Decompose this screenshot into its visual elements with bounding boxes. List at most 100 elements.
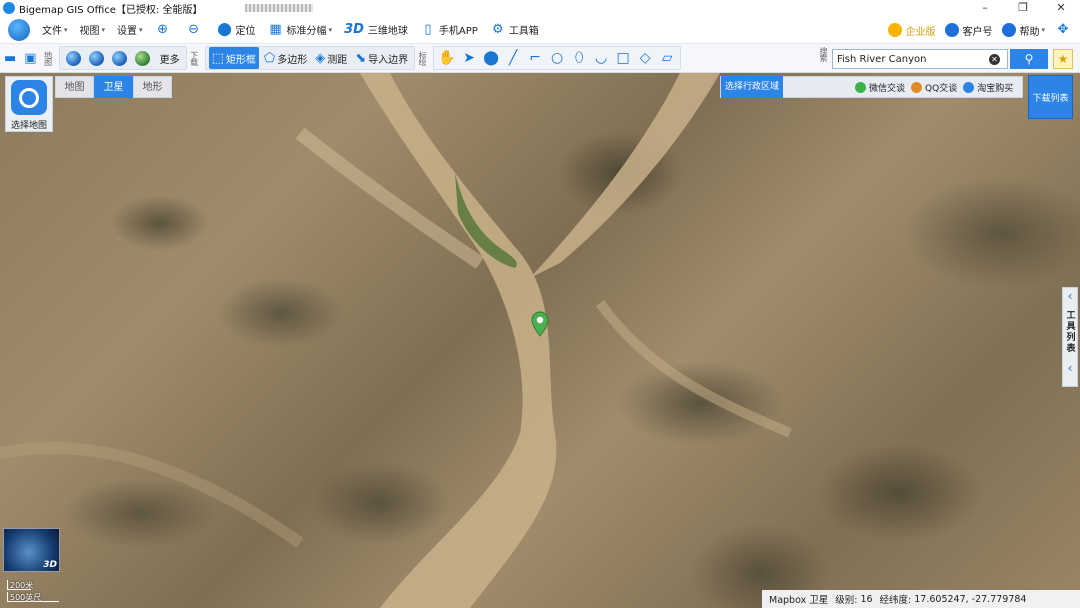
import-boundary-button[interactable]: ⬊ 导入边界 (352, 47, 411, 69)
pointer-icon[interactable]: ➤ (460, 47, 478, 69)
toolbox-button[interactable]: ⚙ 工具箱 (490, 22, 539, 38)
app-icon (3, 2, 15, 14)
circle-icon[interactable]: ○ (548, 47, 566, 69)
satellite-map[interactable]: 地图 卫星 地形 选择地图 选择行政区域 微信交谈 QQ交谈 淘宝购买 下载列表… (0, 73, 1080, 608)
select-map-button[interactable]: 选择地图 (5, 76, 53, 132)
region-select-button[interactable]: 选择行政区域 (721, 76, 784, 98)
three-d-globe-button[interactable]: 3D 三维地球 (344, 22, 408, 37)
search-group-label: 搜索 (819, 47, 828, 61)
three-d-globe-label: 三维地球 (367, 26, 408, 37)
gear-icon: ⚙ (491, 21, 504, 37)
chevron-left-icon[interactable]: ‹ (1068, 360, 1073, 376)
region-input[interactable] (783, 78, 855, 96)
globe-icon (88, 50, 104, 66)
polygon-select-button[interactable]: ⬠ 多边形 (261, 47, 310, 69)
three-d-icon: 3D (344, 22, 364, 37)
hand-pan-icon[interactable]: ✋ (438, 47, 456, 69)
taobao-label: 淘宝购买 (977, 83, 1014, 94)
chevron-down-icon: ▾ (139, 25, 143, 34)
mobile-app-button[interactable]: ▯ 手机APP (420, 22, 477, 38)
download-list-label: 下载列表 (1032, 93, 1069, 104)
square-icon[interactable]: □ (614, 47, 632, 69)
search-input[interactable] (837, 53, 989, 65)
maximize-button[interactable]: ❐ (1004, 0, 1042, 16)
more-maps-button[interactable]: 更多 (155, 47, 183, 69)
locate-button[interactable]: ⬤ 定位 (217, 22, 255, 38)
menu-file[interactable]: 文件 ▾ (42, 22, 68, 38)
coordinates-label: 经纬度: (879, 595, 912, 606)
star-icon: ★ (1057, 52, 1069, 66)
menu-settings[interactable]: 设置 ▾ (117, 22, 143, 38)
map-source-3[interactable] (109, 47, 130, 69)
map-source-group: 更多 (58, 46, 187, 70)
tag-icon[interactable]: ◇ (636, 47, 654, 69)
toolbar: ▬ ▣ 地图 更多 下载 ⬚ 矩形框 ⬠ 多边形 ◈ 测距 ⬊ 导入边界 标绘 ✋ ➤ … (0, 44, 1080, 73)
wechat-icon (855, 81, 867, 93)
scale-bar: 200米 500英尺 (7, 580, 67, 604)
3d-globe-thumbnail[interactable]: 3D (3, 528, 60, 572)
customer-id-label: 客户号 (962, 26, 993, 38)
area-icon[interactable]: ▱ (658, 47, 676, 69)
bigemap-logo-icon[interactable] (8, 18, 30, 41)
tab-satellite[interactable]: 卫星 (94, 76, 133, 98)
tool-list-label: 工具列表 (1064, 310, 1075, 354)
tab-terrain[interactable]: 地形 (133, 76, 172, 98)
window-title: Bigemap GIS Office【已授权: 全能版】 (19, 4, 203, 16)
polyline-icon[interactable]: ⌐ (526, 47, 544, 69)
customer-id-button[interactable]: 客户号 (945, 23, 992, 38)
download-group: ⬚ 矩形框 ⬠ 多边形 ◈ 测距 ⬊ 导入边界 (204, 46, 416, 70)
taobao-link[interactable]: 淘宝购买 (963, 81, 1013, 94)
marker-icon[interactable]: ⬤ (482, 47, 500, 69)
rectangle-icon: ⬚ (211, 50, 224, 66)
search-button[interactable]: ⚲ (1010, 49, 1048, 69)
menu-bar: 文件 ▾ 视图 ▾ 设置 ▾ ⊕ ⊖ ⬤ 定位 ▦ 标准分幅 ▾ 3D 三维地球 ▯ 手机APP… (0, 16, 1080, 44)
earth-icon (134, 50, 150, 66)
map-source-4[interactable] (132, 47, 153, 69)
polygon-icon: ⬠ (263, 50, 276, 66)
arc-icon[interactable]: ◡ (592, 47, 610, 69)
user-icon (945, 23, 960, 37)
clear-icon[interactable]: ✕ (989, 53, 1000, 65)
favorite-button[interactable]: ★ (1053, 49, 1073, 69)
save-button[interactable]: ▣ (21, 47, 39, 69)
ellipse-icon[interactable]: ⬯ (570, 47, 588, 69)
minimize-button[interactable]: – (966, 0, 1004, 16)
annotate-group-label: 标绘 (418, 51, 428, 65)
coordinates-value: 17.605247, -27.779784 (914, 593, 1027, 605)
menu-view[interactable]: 视图 ▾ (80, 22, 106, 38)
enterprise-button[interactable]: 企业版 (888, 23, 935, 38)
more-label: 更多 (159, 54, 180, 66)
qq-link[interactable]: QQ交谈 (911, 81, 957, 94)
zoom-in-button[interactable]: ⊕ (155, 22, 174, 38)
title-bar: Bigemap GIS Office【已授权: 全能版】 – ❐ ✕ (0, 0, 1080, 16)
zoom-out-button[interactable]: ⊖ (186, 22, 205, 38)
help-label: 帮助 (1019, 26, 1040, 38)
globe-3d-label: 3D (43, 560, 57, 570)
open-folder-button[interactable]: ▬ (1, 47, 19, 69)
line-icon[interactable]: ╱ (504, 47, 522, 69)
standard-tiles-menu[interactable]: ▦ 标准分幅 ▾ (268, 22, 333, 38)
close-button[interactable]: ✕ (1042, 0, 1080, 16)
help-menu[interactable]: 帮助 ▾ (1002, 23, 1045, 38)
settings-cog-icon[interactable]: ✥ (1055, 22, 1071, 38)
map-source-2[interactable] (86, 47, 107, 69)
tool-list-panel[interactable]: ‹ 工具列表 ‹ (1062, 287, 1078, 387)
enterprise-label: 企业版 (905, 26, 936, 38)
wechat-link[interactable]: 微信交谈 (855, 81, 905, 94)
download-list-button[interactable]: 下载列表 (1028, 75, 1073, 119)
compass-icon (11, 80, 47, 115)
map-source-1[interactable] (63, 47, 84, 69)
chevron-down-icon: ▾ (328, 25, 333, 34)
tab-map[interactable]: 地图 (55, 76, 94, 98)
search-field: ✕ (832, 49, 1008, 69)
rectangle-select-button[interactable]: ⬚ 矩形框 (208, 47, 259, 69)
location-marker-icon[interactable] (531, 311, 549, 337)
measure-label: 测距 (327, 54, 348, 66)
globe-icon (111, 50, 127, 66)
measure-button[interactable]: ◈ 测距 (312, 47, 350, 69)
zoom-level-label: 级别: (835, 595, 858, 606)
chevron-left-icon[interactable]: ‹ (1068, 288, 1073, 304)
map-group-label: 地图 (43, 51, 53, 65)
status-bar: Mapbox 卫星 级别: 16 经纬度: 17.605247, -27.779… (762, 590, 1080, 608)
menu-settings-label: 设置 (117, 26, 138, 37)
